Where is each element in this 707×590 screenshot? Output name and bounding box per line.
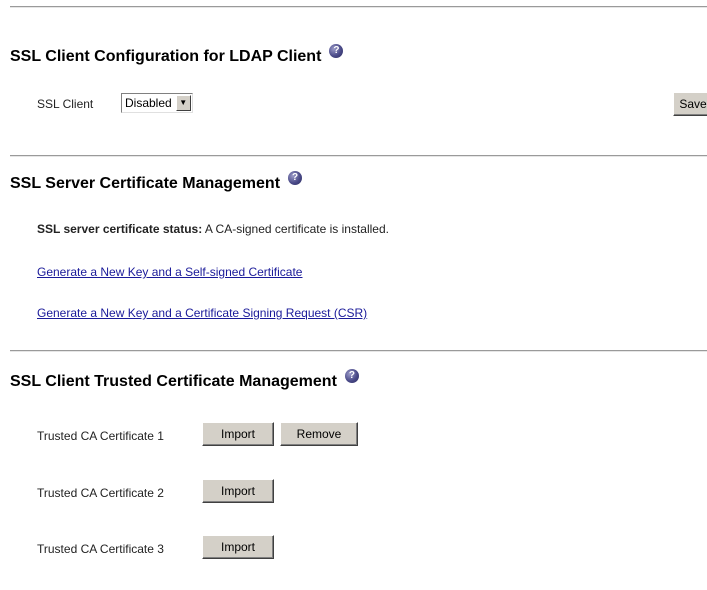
trusted-cert-title-text: SSL Client Trusted Certificate Managemen…: [10, 373, 337, 390]
trusted-ca-cert-1-label: Trusted CA Certificate 1: [37, 429, 164, 443]
server-cert-title-text: SSL Server Certificate Management: [10, 175, 281, 192]
ssl-client-label: SSL Client: [37, 97, 94, 111]
import-button-cert-3[interactable]: Import: [202, 535, 274, 559]
dropdown-arrow-icon[interactable]: ▼: [175, 95, 191, 111]
import-button-cert-1[interactable]: Import: [202, 422, 274, 446]
ssl-client-select[interactable]: Disabled ▼: [121, 93, 193, 113]
section-divider: [10, 155, 707, 157]
section-divider: [10, 350, 707, 352]
ssl-client-select-value: Disabled: [125, 96, 172, 110]
trusted-ca-cert-2-label: Trusted CA Certificate 2: [37, 486, 164, 500]
help-icon[interactable]: ?: [329, 44, 344, 58]
status-value: A CA-signed certificate is installed.: [204, 222, 389, 236]
help-icon[interactable]: ?: [288, 171, 303, 185]
trusted-ca-cert-3-label: Trusted CA Certificate 3: [37, 542, 164, 556]
ldap-ssl-section-title: SSL Client Configuration for LDAP Client…: [10, 44, 344, 66]
remove-button-cert-1[interactable]: Remove: [280, 422, 358, 446]
help-icon[interactable]: ?: [344, 369, 359, 383]
generate-csr-link[interactable]: Generate a New Key and a Certificate Sig…: [37, 306, 367, 320]
server-cert-status: SSL server certificate status: A CA-sign…: [37, 222, 389, 236]
save-button[interactable]: Save: [673, 92, 707, 116]
trusted-cert-section-title: SSL Client Trusted Certificate Managemen…: [10, 369, 359, 391]
generate-self-signed-link[interactable]: Generate a New Key and a Self-signed Cer…: [37, 265, 302, 279]
status-label: SSL server certificate status:: [37, 222, 203, 236]
ldap-ssl-title-text: SSL Client Configuration for LDAP Client: [10, 48, 322, 65]
top-divider: [10, 6, 707, 8]
import-button-cert-2[interactable]: Import: [202, 479, 274, 503]
server-cert-section-title: SSL Server Certificate Management ?: [10, 171, 303, 193]
